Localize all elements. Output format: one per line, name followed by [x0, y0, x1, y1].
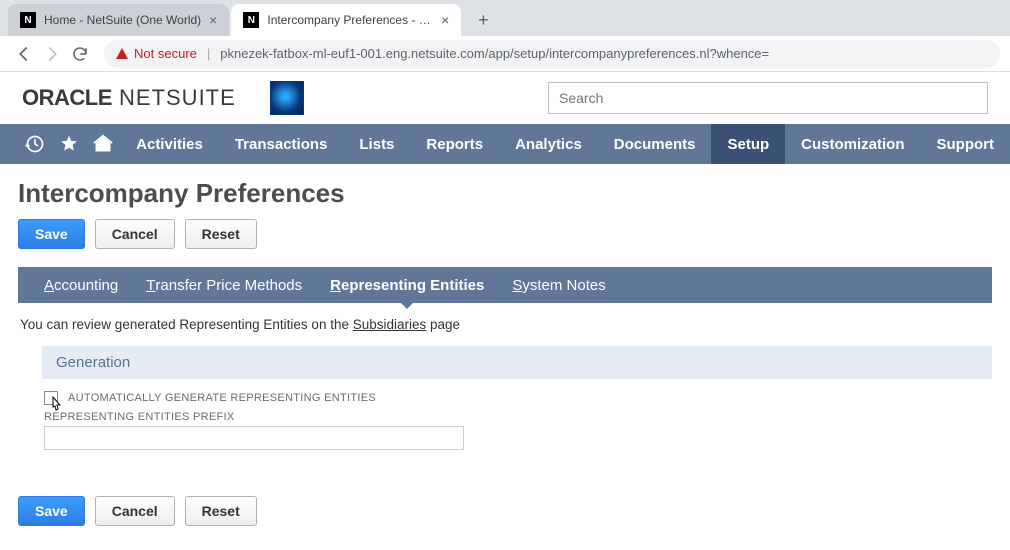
button-row-top: Save Cancel Reset: [18, 219, 992, 249]
address-field[interactable]: Not secure | pknezek-fatbox-ml-euf1-001.…: [104, 40, 1000, 68]
forward-button[interactable]: [38, 40, 66, 68]
save-button[interactable]: Save: [18, 219, 85, 249]
close-icon[interactable]: ×: [441, 12, 449, 28]
save-button-bottom[interactable]: Save: [18, 496, 85, 526]
review-text-pre: You can review generated Representing En…: [20, 317, 353, 332]
generation-section: Generation AUTOMATICALLY GENERATE REPRES…: [42, 346, 992, 466]
search-container: [548, 82, 988, 114]
page-body: Intercompany Preferences Save Cancel Res…: [0, 164, 1010, 550]
close-icon[interactable]: ×: [209, 12, 217, 28]
arrow-left-icon: [15, 45, 33, 63]
search-input[interactable]: [548, 82, 988, 114]
tab-title: Home - NetSuite (One World): [44, 13, 201, 27]
new-tab-button[interactable]: +: [469, 6, 497, 34]
button-row-bottom: Save Cancel Reset: [18, 496, 992, 526]
nav-activities[interactable]: Activities: [120, 124, 219, 164]
reload-button[interactable]: [66, 40, 94, 68]
separator: |: [207, 46, 210, 61]
arrow-right-icon: [43, 45, 61, 63]
nav-customization[interactable]: Customization: [785, 124, 920, 164]
nav-analytics[interactable]: Analytics: [499, 124, 598, 164]
warning-icon: [116, 48, 128, 59]
main-nav: Activities Transactions Lists Reports An…: [0, 124, 1010, 164]
auto-generate-checkbox[interactable]: [44, 391, 58, 405]
page-title: Intercompany Preferences: [18, 178, 992, 209]
security-indicator[interactable]: Not secure: [116, 46, 197, 61]
browser-tab-active[interactable]: N Intercompany Preferences - NetS ×: [231, 4, 461, 36]
back-button[interactable]: [10, 40, 38, 68]
nav-support[interactable]: Support: [921, 124, 1010, 164]
cancel-button[interactable]: Cancel: [95, 219, 175, 249]
subtab-system-notes[interactable]: System Notes: [498, 267, 619, 303]
not-secure-label: Not secure: [134, 46, 197, 61]
logo-oracle: ORACLE: [22, 85, 112, 110]
subtab-representing-entities[interactable]: Representing Entities: [316, 267, 498, 303]
browser-tab-strip: N Home - NetSuite (One World) × N Interc…: [0, 0, 1010, 36]
auto-generate-label: AUTOMATICALLY GENERATE REPRESENTING ENTI…: [68, 392, 376, 404]
app-header: ORACLE NETSUITE: [0, 72, 1010, 124]
logo-netsuite: NETSUITE: [112, 85, 236, 110]
section-title: Generation: [42, 346, 992, 379]
review-text-post: page: [426, 317, 460, 332]
review-text: You can review generated Representing En…: [20, 317, 990, 332]
browser-address-bar: Not secure | pknezek-fatbox-ml-euf1-001.…: [0, 36, 1010, 72]
cancel-button-bottom[interactable]: Cancel: [95, 496, 175, 526]
subtabs: Accounting Transfer Price Methods Repres…: [18, 267, 992, 303]
subtab-transfer-price[interactable]: Transfer Price Methods: [132, 267, 316, 303]
reset-button-bottom[interactable]: Reset: [185, 496, 257, 526]
nav-setup[interactable]: Setup: [711, 124, 785, 164]
home-icon[interactable]: [86, 134, 120, 154]
reset-button[interactable]: Reset: [185, 219, 257, 249]
prefix-input[interactable]: [44, 426, 464, 450]
oracle-netsuite-logo[interactable]: ORACLE NETSUITE: [22, 85, 236, 111]
nav-documents[interactable]: Documents: [598, 124, 712, 164]
favicon-netsuite: N: [20, 12, 36, 28]
prefix-label: REPRESENTING ENTITIES PREFIX: [44, 411, 992, 423]
url-text: pknezek-fatbox-ml-euf1-001.eng.netsuite.…: [220, 46, 769, 61]
reload-icon: [71, 45, 89, 63]
subsidiaries-link[interactable]: Subsidiaries: [353, 317, 427, 332]
star-icon[interactable]: [52, 134, 86, 154]
recent-icon[interactable]: [18, 134, 52, 154]
globe-logo-icon[interactable]: [270, 81, 304, 115]
favicon-netsuite: N: [243, 12, 259, 28]
nav-transactions[interactable]: Transactions: [219, 124, 344, 164]
tab-title: Intercompany Preferences - NetS: [267, 13, 433, 27]
nav-reports[interactable]: Reports: [410, 124, 499, 164]
nav-lists[interactable]: Lists: [343, 124, 410, 164]
browser-tab-home[interactable]: N Home - NetSuite (One World) ×: [8, 4, 229, 36]
subtab-accounting[interactable]: Accounting: [30, 267, 132, 303]
